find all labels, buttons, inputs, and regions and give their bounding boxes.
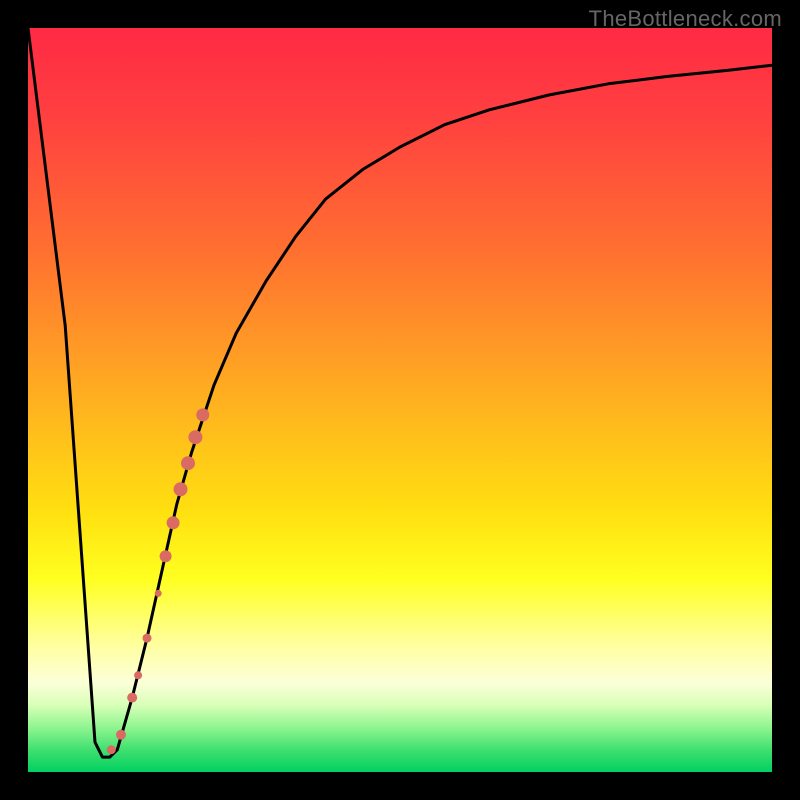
highlight-dot (155, 590, 162, 597)
highlight-dot (143, 634, 152, 643)
highlight-dot (188, 430, 202, 444)
curve-path (28, 28, 772, 757)
highlight-dot (107, 745, 116, 754)
bottleneck-curve (28, 28, 772, 757)
highlight-dot (134, 671, 142, 679)
chart-svg (28, 28, 772, 772)
highlight-dot (167, 516, 180, 529)
highlight-dot (116, 730, 126, 740)
plot-area (28, 28, 772, 772)
watermark-text: TheBottleneck.com (589, 6, 782, 32)
highlight-dot (181, 456, 195, 470)
chart-frame: TheBottleneck.com (0, 0, 800, 800)
highlight-dot (174, 482, 188, 496)
highlight-dot (160, 550, 172, 562)
highlight-dots (107, 408, 210, 754)
highlight-dot (196, 408, 209, 421)
highlight-dot (127, 693, 137, 703)
